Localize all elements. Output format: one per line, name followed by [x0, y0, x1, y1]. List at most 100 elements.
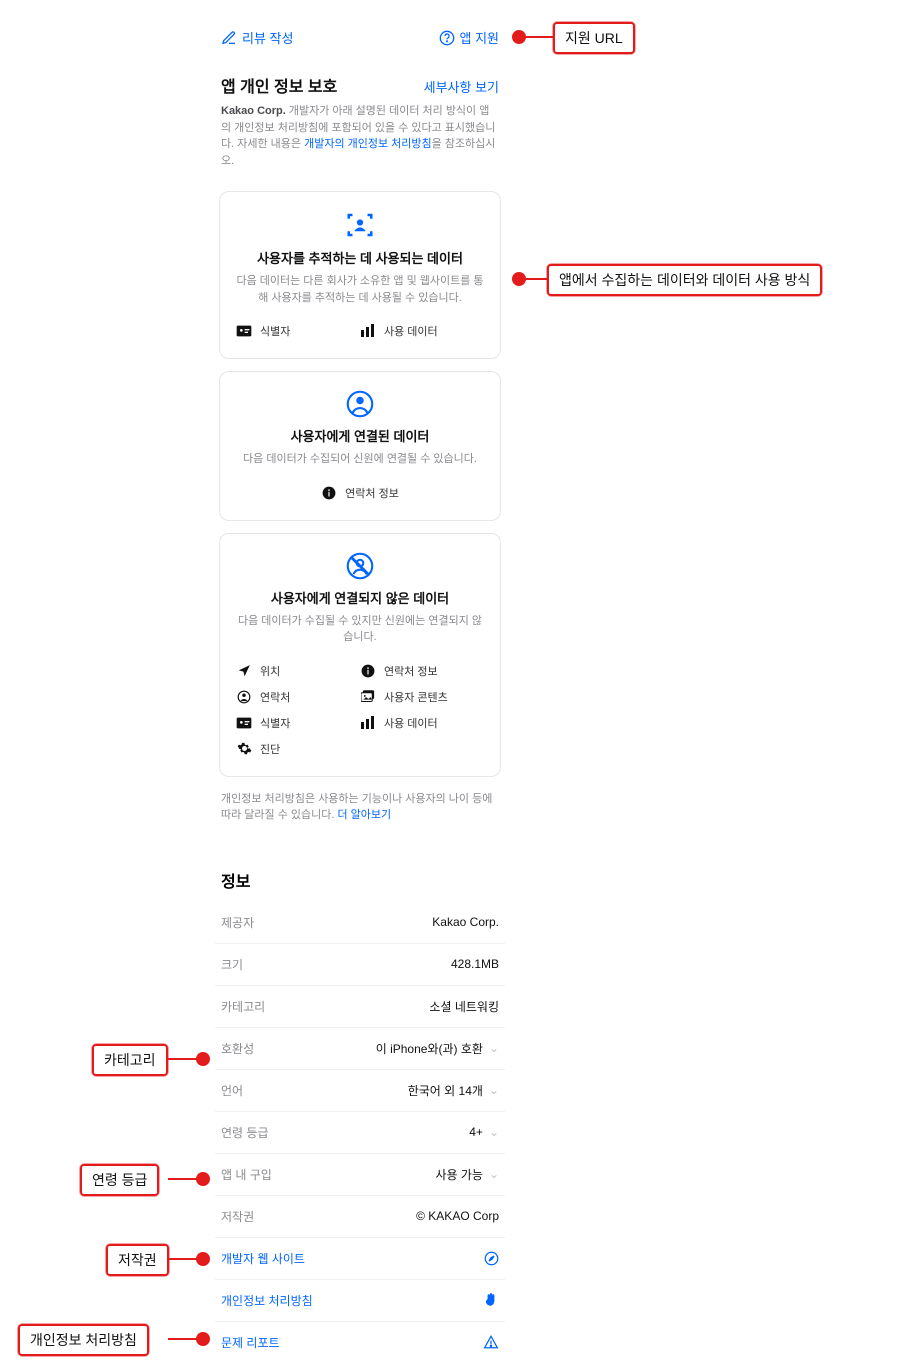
info-row-category: 카테고리 소셜 네트워킹: [215, 986, 505, 1028]
annotation-dot: [196, 1252, 210, 1266]
gear-icon: [236, 741, 252, 757]
annotation-connector: [524, 278, 548, 280]
label: 크기: [221, 956, 243, 973]
data-item-contact-info: 연락처 정보: [236, 480, 484, 506]
privacy-card-unlinked: 사용자에게 연결되지 않은 데이터 다음 데이터가 수집될 수 있지만 신원에는…: [219, 533, 501, 777]
info-row-language[interactable]: 언어 한국어 외 14개⌄: [215, 1070, 505, 1112]
label: 앱 내 구입: [221, 1166, 272, 1183]
app-support-label: 앱 지원: [460, 28, 500, 47]
value: 이 iPhone와(과) 호환⌄: [376, 1040, 499, 1057]
write-review-label: 리뷰 작성: [242, 28, 293, 47]
card-linked-body: 다음 데이터가 수집되어 신원에 연결될 수 있습니다.: [236, 451, 484, 468]
data-item-usage: 사용 데이터: [360, 710, 484, 736]
chevron-down-icon: ⌄: [489, 1167, 499, 1181]
annotation-support-url: 지원 URL: [553, 22, 635, 54]
chevron-down-icon: ⌄: [489, 1083, 499, 1097]
app-store-column: 리뷰 작성 앱 지원 앱 개인 정보 보호 세부사항 보기 Kakao Corp…: [215, 28, 505, 1363]
info-link-privacy-policy[interactable]: 개인정보 처리방침: [215, 1280, 505, 1322]
top-action-row: 리뷰 작성 앱 지원: [215, 28, 505, 63]
label: 식별자: [260, 715, 290, 731]
info-link-developer-website[interactable]: 개발자 웹 사이트: [215, 1238, 505, 1280]
data-item-location: 위치: [236, 658, 360, 684]
card-unlinked-items: 위치 연락처 정보 연락처 사용자 콘텐츠 식별자 사용 데이터: [236, 658, 484, 762]
card-unlinked-body: 다음 데이터가 수집될 수 있지만 신원에는 연결되지 않습니다.: [236, 613, 484, 646]
chevron-down-icon: ⌄: [489, 1041, 499, 1055]
media-icon: [360, 689, 376, 705]
value: 소셜 네트워킹: [429, 998, 499, 1015]
value: 사용 가능⌄: [435, 1166, 499, 1183]
user-icon: [236, 689, 252, 705]
user-slash-icon: [236, 552, 484, 580]
app-support-link[interactable]: 앱 지원: [439, 28, 500, 47]
write-review-link[interactable]: 리뷰 작성: [221, 28, 293, 47]
info-link-report-problem[interactable]: 문제 리포트: [215, 1322, 505, 1363]
info-row-compatibility[interactable]: 호환성 이 iPhone와(과) 호환⌄: [215, 1028, 505, 1070]
value: 428.1MB: [451, 957, 499, 971]
annotation-dot: [196, 1052, 210, 1066]
learn-more-link[interactable]: 더 알아보기: [337, 809, 391, 821]
annotation-data-usage: 앱에서 수집하는 데이터와 데이터 사용 방식: [547, 264, 822, 296]
data-item-identifiers: 식별자: [236, 710, 360, 736]
data-item-contacts: 연락처: [236, 684, 360, 710]
annotation-dot: [196, 1332, 210, 1346]
privacy-footer-note: 개인정보 처리방침은 사용하는 기능이나 사용자의 나이 등에 따라 달라질 수…: [215, 789, 505, 834]
label: 연령 등급: [221, 1124, 269, 1141]
privacy-card-linked: 사용자에게 연결된 데이터 다음 데이터가 수집되어 신원에 연결될 수 있습니…: [219, 371, 501, 521]
info-row-age-rating[interactable]: 연령 등급 4+⌄: [215, 1112, 505, 1154]
label: 저작권: [221, 1208, 254, 1225]
label: 제공자: [221, 914, 254, 931]
question-icon: [439, 30, 455, 46]
information-section: 정보 제공자 Kakao Corp. 크기 428.1MB 카테고리 소셜 네트…: [215, 862, 505, 1363]
label: 식별자: [260, 323, 290, 339]
label: 사용 데이터: [384, 715, 438, 731]
label: 위치: [260, 663, 280, 679]
card-linked-items: 연락처 정보: [236, 480, 484, 506]
developer-name: Kakao Corp.: [221, 105, 286, 117]
location-icon: [236, 663, 252, 679]
developer-privacy-link[interactable]: 개발자의 개인정보 처리방침: [304, 138, 432, 150]
tracking-icon: [236, 210, 484, 240]
info-row-copyright: 저작권 © KAKAO Corp: [215, 1196, 505, 1238]
label: 카테고리: [221, 998, 265, 1015]
compass-icon: [483, 1250, 499, 1266]
annotation-dot: [196, 1172, 210, 1186]
privacy-details-link[interactable]: 세부사항 보기: [424, 77, 499, 96]
annotation-connector: [524, 36, 554, 38]
edit-icon: [221, 30, 237, 46]
annotation-connector: [168, 1338, 198, 1340]
label: 연락처 정보: [384, 663, 438, 679]
id-card-icon: [236, 715, 252, 731]
annotation-privacy-policy: 개인정보 처리방침: [18, 1324, 149, 1356]
data-item-identifiers: 식별자: [236, 318, 360, 344]
annotation-category: 카테고리: [92, 1044, 168, 1076]
id-card-icon: [236, 323, 252, 339]
data-item-usage: 사용 데이터: [360, 318, 484, 344]
label: 연락처: [260, 689, 290, 705]
annotation-connector: [168, 1058, 198, 1060]
value: © KAKAO Corp: [416, 1209, 499, 1223]
info-icon: [360, 663, 376, 679]
privacy-description: Kakao Corp. 개발자가 아래 설명된 데이터 처리 방식이 앱의 개인…: [215, 103, 505, 179]
value: 한국어 외 14개⌄: [408, 1082, 499, 1099]
card-unlinked-title: 사용자에게 연결되지 않은 데이터: [236, 588, 484, 607]
info-icon: [321, 485, 337, 501]
value: Kakao Corp.: [432, 915, 499, 929]
label: 진단: [260, 741, 280, 757]
annotation-copyright: 저작권: [106, 1244, 169, 1276]
label: 사용 데이터: [384, 323, 438, 339]
label: 호환성: [221, 1040, 254, 1057]
chart-icon: [360, 715, 376, 731]
annotation-connector: [168, 1178, 198, 1180]
card-linked-title: 사용자에게 연결된 데이터: [236, 426, 484, 445]
label: 개인정보 처리방침: [221, 1292, 313, 1309]
info-row-provider: 제공자 Kakao Corp.: [215, 902, 505, 944]
info-heading: 정보: [215, 862, 505, 902]
data-item-user-content: 사용자 콘텐츠: [360, 684, 484, 710]
label: 사용자 콘텐츠: [384, 689, 448, 705]
annotation-age-rating: 연령 등급: [80, 1164, 159, 1196]
chart-icon: [360, 323, 376, 339]
info-row-in-app-purchase[interactable]: 앱 내 구입 사용 가능⌄: [215, 1154, 505, 1196]
privacy-card-tracking: 사용자를 추적하는 데 사용되는 데이터 다음 데이터는 다른 회사가 소유한 …: [219, 191, 501, 359]
info-row-size: 크기 428.1MB: [215, 944, 505, 986]
card-tracking-title: 사용자를 추적하는 데 사용되는 데이터: [236, 248, 484, 267]
